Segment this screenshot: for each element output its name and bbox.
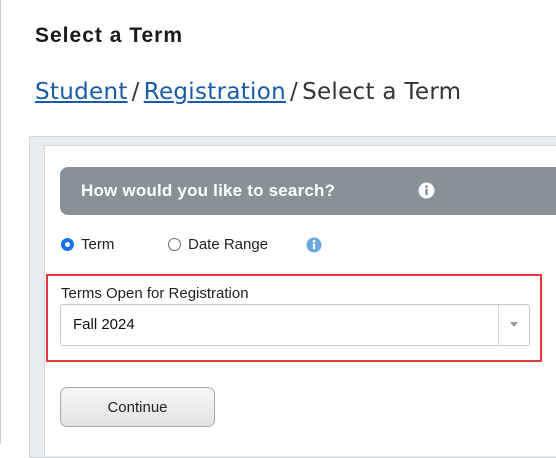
radio-date-range-indicator[interactable] xyxy=(168,238,181,251)
select-divider xyxy=(498,305,499,345)
search-header-text: How would you like to search? xyxy=(81,181,336,200)
breadcrumb-current: Select a Term xyxy=(302,79,462,105)
left-divider xyxy=(0,0,1,444)
breadcrumb-link-registration[interactable]: Registration xyxy=(144,79,286,105)
search-header: How would you like to search? xyxy=(60,167,556,215)
radio-term-indicator[interactable] xyxy=(61,238,74,251)
breadcrumb-separator: / xyxy=(290,79,299,105)
info-icon[interactable] xyxy=(418,182,435,199)
breadcrumb-separator: / xyxy=(131,79,140,105)
chevron-down-icon[interactable] xyxy=(510,322,518,327)
page-title: Select a Term xyxy=(35,24,184,47)
term-select-value: Fall 2024 xyxy=(73,316,135,333)
term-select[interactable]: Fall 2024 xyxy=(60,304,530,346)
terms-label: Terms Open for Registration xyxy=(61,285,249,302)
radio-date-range[interactable]: Date Range xyxy=(168,236,268,253)
date-range-info-icon[interactable] xyxy=(306,237,322,253)
continue-button[interactable]: Continue xyxy=(60,387,215,427)
radio-term[interactable]: Term xyxy=(61,236,114,253)
breadcrumb: Student / Registration / Select a Term xyxy=(35,79,461,105)
radio-term-label: Term xyxy=(81,236,115,253)
breadcrumb-link-student[interactable]: Student xyxy=(35,79,128,105)
radio-date-range-label: Date Range xyxy=(188,236,269,253)
